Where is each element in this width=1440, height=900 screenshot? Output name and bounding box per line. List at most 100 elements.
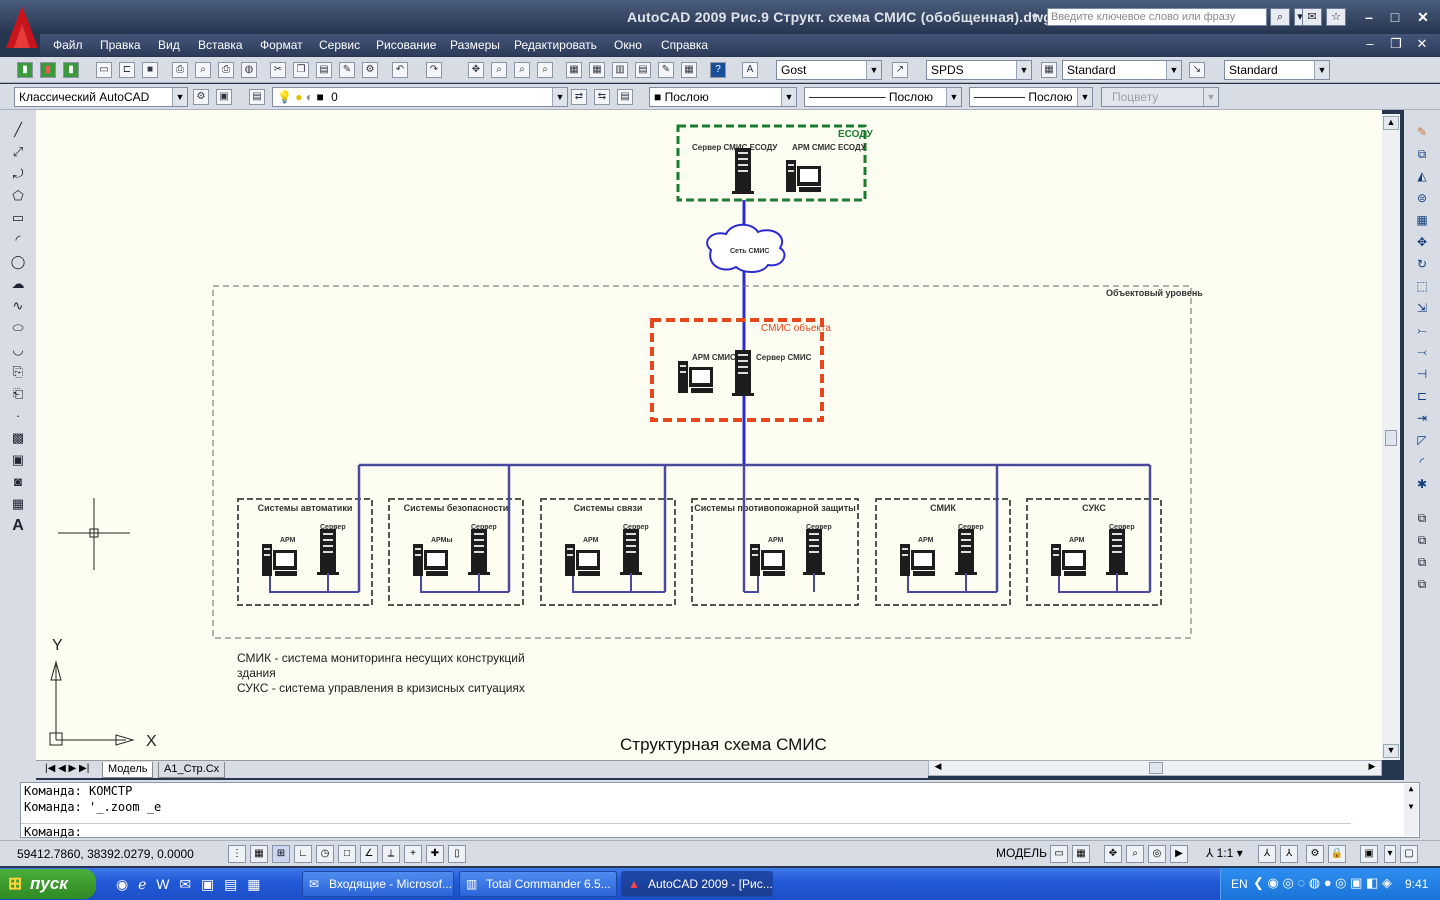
grid-display-icon[interactable]: ⊞ — [272, 845, 290, 863]
break-icon[interactable]: ⊏ — [1412, 386, 1432, 406]
revcloud-icon[interactable]: ☁ — [8, 274, 28, 294]
polyline-icon[interactable]: ⤾ — [8, 164, 28, 184]
tab-nav-first-icon[interactable]: |◀ ◀ ▶ ▶| — [40, 762, 94, 778]
xline-icon[interactable]: ⤢ — [8, 142, 28, 162]
chevron-down-icon[interactable]: ▼ — [1314, 61, 1329, 79]
ds-icon-1[interactable]: ▮ — [17, 62, 33, 78]
language-indicator[interactable]: EN — [1231, 877, 1248, 891]
annotation-scale[interactable]: ⅄ 1:1 ▾ — [1206, 846, 1243, 860]
lock-ui-icon[interactable]: 🔒 — [1328, 845, 1346, 863]
outlook-icon[interactable]: ✉ — [179, 876, 191, 892]
workspace-switch-icon[interactable]: ⚙ — [1306, 845, 1324, 863]
chevron-down-icon[interactable]: ▼ — [1016, 61, 1031, 79]
sheetset-icon[interactable]: ▤ — [635, 62, 651, 78]
acrobat-icon[interactable]: ▣ — [201, 876, 214, 892]
cut-icon[interactable]: ✂ — [270, 62, 286, 78]
status-tray-icon[interactable]: ▣ — [1360, 845, 1378, 863]
scroll-up-icon[interactable]: ▲ — [1383, 116, 1399, 130]
extend-icon[interactable]: ⤙ — [1412, 342, 1432, 362]
pan-status-icon[interactable]: ✥ — [1104, 845, 1122, 863]
erase-icon[interactable]: ✎ — [1412, 122, 1432, 142]
chevron-down-icon[interactable]: ▼ — [1166, 61, 1181, 79]
chevron-down-icon[interactable]: ▼ — [866, 61, 881, 79]
markup-icon[interactable]: ✎ — [658, 62, 674, 78]
command-prompt[interactable]: Команда: — [24, 825, 82, 839]
arc-icon[interactable]: ◜ — [8, 230, 28, 250]
pan-icon[interactable]: ✥ — [468, 62, 484, 78]
matchprop-icon[interactable]: ✎ — [339, 62, 355, 78]
infer-constraints-icon[interactable]: ⋮ — [228, 845, 246, 863]
search-icon[interactable]: ⌕ — [1270, 8, 1290, 26]
command-scroll-icon[interactable]: ▲ ▼ — [1404, 784, 1418, 836]
help-icon[interactable]: ? — [710, 62, 726, 78]
make-current-icon[interactable]: ⇄ — [571, 89, 587, 105]
clean-screen-icon[interactable]: ▢ — [1400, 845, 1418, 863]
object-snap-tracking-icon[interactable]: ∠ — [360, 845, 378, 863]
quick-view-layouts-icon[interactable]: ▭ — [1050, 845, 1068, 863]
doc-restore-button[interactable]: ❐ — [1386, 36, 1406, 54]
plot-icon[interactable]: ⎙ — [172, 62, 188, 78]
region-icon[interactable]: ◙ — [8, 472, 28, 492]
blockeditor-icon[interactable]: ⚙ — [362, 62, 378, 78]
mleader-style-icon[interactable]: ↘ — [1189, 62, 1205, 78]
status-menu-icon[interactable]: ▾ — [1384, 845, 1396, 863]
mtext-icon[interactable]: A — [8, 516, 28, 536]
table-style-select[interactable]: Standard ▼ — [1062, 60, 1182, 80]
doc-minimize-button[interactable]: – — [1360, 36, 1380, 54]
document-icon[interactable]: ▤ — [224, 876, 237, 892]
favorites-star-icon[interactable]: ☆ — [1326, 8, 1346, 26]
menu-view[interactable]: Вид — [158, 38, 180, 52]
autocad-logo-icon[interactable] — [4, 4, 40, 50]
snap-mode-icon[interactable]: ▦ — [250, 845, 268, 863]
redo-icon[interactable]: ↷ — [426, 62, 442, 78]
dim-style-select[interactable]: SPDS ▼ — [926, 60, 1032, 80]
open-icon[interactable]: ⊏ — [119, 62, 135, 78]
task-total-commander[interactable]: ▥ Total Commander 6.5... — [459, 871, 617, 897]
scroll-down-icon[interactable]: ▼ — [1383, 744, 1399, 758]
tray-icons[interactable]: ❮ ◉ ◎ ◌ ◍ ● ◎ ▣ ◧ ◈ — [1253, 875, 1392, 891]
search-arrow-icon[interactable]: ▸ — [1034, 10, 1039, 21]
zoom-window-icon[interactable]: ⌕ — [514, 62, 530, 78]
chevron-down-icon[interactable]: ▼ — [946, 88, 961, 106]
showmotion-icon[interactable]: ▶ — [1170, 845, 1188, 863]
rotate-icon[interactable]: ↻ — [1412, 254, 1432, 274]
copy-icon[interactable]: ❐ — [293, 62, 309, 78]
gradient-icon[interactable]: ▣ — [8, 450, 28, 470]
text-style-select[interactable]: Gost ▼ — [776, 60, 882, 80]
draworder-below-icon[interactable]: ⧉ — [1412, 574, 1432, 594]
zoom-previous-icon[interactable]: ⌕ — [537, 62, 553, 78]
polar-tracking-icon[interactable]: ◷ — [316, 845, 334, 863]
publish-icon[interactable]: ⎙ — [218, 62, 234, 78]
auto-add-scales-icon[interactable]: ⅄ — [1280, 845, 1298, 863]
zoom-realtime-icon[interactable]: ⌕ — [491, 62, 507, 78]
polygon-icon[interactable]: ⬠ — [8, 186, 28, 206]
trim-icon[interactable]: ⤚ — [1412, 320, 1432, 340]
layer-previous-icon[interactable]: ⇆ — [594, 89, 610, 105]
table-icon[interactable]: ▦ — [8, 494, 28, 514]
menu-format[interactable]: Формат — [260, 38, 303, 52]
annotation-visibility-icon[interactable]: ⅄ — [1258, 845, 1276, 863]
ie-icon[interactable]: ℯ — [138, 876, 146, 892]
save-icon[interactable]: ■ — [142, 62, 158, 78]
mirror-icon[interactable]: ◭ — [1412, 166, 1432, 186]
layer-manager-icon[interactable]: ▤ — [249, 89, 265, 105]
workspace-icon[interactable]: ▣ — [216, 89, 232, 105]
layer-select[interactable]: 💡 ● ◐ ■ 0 ▼ — [272, 87, 568, 107]
scale-icon[interactable]: ⬚ — [1412, 276, 1432, 296]
menu-edit[interactable]: Правка — [100, 38, 141, 52]
table-style-icon[interactable]: ▦ — [1041, 62, 1057, 78]
chevron-down-icon[interactable]: ▼ — [172, 88, 187, 106]
text-style-icon[interactable]: A — [742, 62, 758, 78]
show-desktop-icon[interactable]: ▦ — [247, 876, 260, 892]
draworder-back-icon[interactable]: ⧉ — [1412, 530, 1432, 550]
task-autocad[interactable]: ▲ AutoCAD 2009 - [Рис... — [621, 871, 773, 897]
minimize-button[interactable]: – — [1356, 6, 1382, 28]
toolpalettes-icon[interactable]: ▥ — [612, 62, 628, 78]
ds-icon-3[interactable]: ▮ — [63, 62, 79, 78]
designcenter-icon[interactable]: ▦ — [589, 62, 605, 78]
word-icon[interactable]: W — [156, 876, 169, 892]
quick-view-drawings-icon[interactable]: ▦ — [1072, 845, 1090, 863]
drawing-canvas[interactable]: ЕСОДУ Сервер СМИС ЕСОДУ АРМ СМИС ЕСОДУ С… — [36, 110, 1382, 760]
task-outlook[interactable]: ✉ Входящие - Microsof... — [302, 871, 454, 897]
circle-icon[interactable]: ◯ — [8, 252, 28, 272]
